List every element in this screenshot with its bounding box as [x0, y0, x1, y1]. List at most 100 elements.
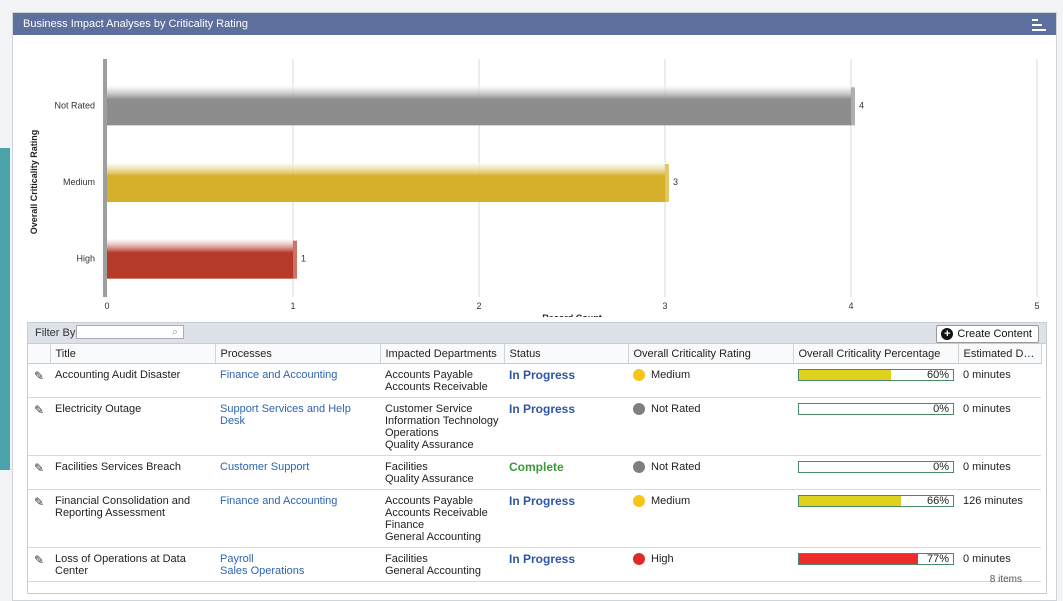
percentage-label: 0%: [933, 461, 949, 473]
processes-cell: Payroll Sales Operations: [215, 547, 380, 582]
records-table: Title Processes Impacted Departments Sta…: [28, 344, 1042, 582]
criticality-dot-icon: [633, 369, 645, 381]
table-header-row: Title Processes Impacted Departments Sta…: [28, 344, 1042, 364]
department-item: General Accounting: [385, 565, 482, 577]
percentage-label: 77%: [926, 553, 949, 565]
estimated-cell: 0 minutes: [958, 397, 1041, 456]
col-estimated[interactable]: Estimated Do...: [958, 344, 1042, 364]
title-cell: Accounting Audit Disaster: [50, 363, 215, 398]
department-item: Accounts Receivable: [385, 381, 488, 393]
percentage-cell: 66%: [793, 489, 958, 548]
x-tick-label: 3: [662, 301, 667, 311]
percentage-bar: 0%: [798, 461, 954, 473]
department-item: Quality Assurance: [385, 439, 474, 451]
x-tick-label: 1: [290, 301, 295, 311]
estimated-cell: 126 minutes: [958, 489, 1041, 548]
side-accent: [0, 148, 10, 470]
panel-title: Business Impact Analyses by Criticality …: [23, 18, 248, 30]
bar: [107, 162, 665, 202]
records-grid: Filter By ⌕ + Create Content Title Proce…: [27, 322, 1047, 594]
department-item: Operations: [385, 427, 439, 439]
table-row[interactable]: ✎ Facilities Services Breach Customer Su…: [28, 455, 1041, 490]
criticality-dot-icon: [633, 461, 645, 473]
estimated-cell: 0 minutes: [958, 455, 1041, 490]
data-label: 4: [859, 100, 864, 110]
col-percentage[interactable]: Overall Criticality Percentage: [793, 344, 959, 364]
bar: [107, 85, 851, 126]
process-link[interactable]: Finance and Accounting: [220, 369, 375, 381]
bar-side: [293, 240, 297, 279]
table-row[interactable]: ✎ Financial Consolidation and Reporting …: [28, 489, 1041, 548]
edit-pencil-icon[interactable]: ✎: [34, 461, 44, 475]
process-link[interactable]: Customer Support: [220, 461, 375, 473]
criticality-text: Not Rated: [651, 461, 701, 473]
table-row[interactable]: ✎ Loss of Operations at Data Center Payr…: [28, 547, 1041, 582]
edit-pencil-icon[interactable]: ✎: [34, 553, 44, 567]
status-cell: In Progress: [504, 489, 628, 548]
chart-panel: Business Impact Analyses by Criticality …: [12, 12, 1057, 601]
percentage-cell: 60%: [793, 363, 958, 398]
chart-svg: 0 1 2 3 4 5 Not Rated 4 Medium 3 High 1 Record Count…: [29, 59, 1040, 317]
y-axis-line: [103, 59, 107, 297]
title-cell: Financial Consolidation and Reporting As…: [50, 489, 215, 548]
department-item: Customer Service: [385, 403, 473, 415]
panel-menu-icon[interactable]: [1032, 16, 1046, 32]
percentage-label: 60%: [926, 369, 949, 381]
status-text: In Progress: [509, 402, 576, 416]
criticality-text: Medium: [651, 495, 691, 507]
process-link[interactable]: Sales Operations: [220, 565, 375, 577]
status-cell: Complete: [504, 455, 628, 490]
filter-label: Filter By: [35, 327, 76, 339]
criticality-dot-icon: [633, 553, 645, 565]
x-tick-label: 4: [848, 301, 853, 311]
status-text: Complete: [509, 460, 564, 474]
department-item: Accounts Payable: [385, 369, 474, 381]
edit-pencil-icon[interactable]: ✎: [34, 495, 44, 509]
x-tick-label: 5: [1034, 301, 1039, 311]
percentage-cell: 0%: [793, 397, 958, 456]
table-row[interactable]: ✎ Electricity Outage Support Services an…: [28, 397, 1041, 456]
percentage-label: 0%: [933, 403, 949, 415]
col-criticality[interactable]: Overall Criticality Rating: [628, 344, 794, 364]
edit-pencil-icon[interactable]: ✎: [34, 369, 44, 383]
panel-header: Business Impact Analyses by Criticality …: [13, 13, 1056, 35]
percentage-bar: 77%: [798, 553, 954, 565]
data-label: 1: [301, 254, 306, 264]
col-status[interactable]: Status: [504, 344, 629, 364]
col-title[interactable]: Title: [50, 344, 216, 364]
bar-side: [665, 164, 669, 202]
bar-side: [851, 87, 855, 126]
process-link[interactable]: Payroll: [220, 553, 375, 565]
department-item: Finance: [385, 519, 425, 531]
departments-cell: Customer Service Information Technology Op…: [380, 397, 504, 456]
col-processes[interactable]: Processes: [215, 344, 381, 364]
create-content-button[interactable]: + Create Content: [936, 325, 1039, 343]
col-edit: [28, 344, 51, 364]
edit-pencil-icon[interactable]: ✎: [34, 403, 44, 417]
status-cell: In Progress: [504, 397, 628, 456]
status-text: In Progress: [509, 552, 576, 566]
percentage-bar: 0%: [798, 403, 954, 415]
criticality-cell: High: [628, 547, 793, 582]
x-tick-label: 0: [104, 301, 109, 311]
department-item: Accounts Payable: [385, 495, 474, 507]
percentage-bar-fill: [799, 496, 901, 506]
percentage-label: 66%: [926, 495, 949, 507]
criticality-text: High: [651, 553, 674, 565]
processes-cell: Finance and Accounting: [215, 363, 380, 398]
department-item: Information Technology: [385, 415, 499, 427]
y-tick-label: Not Rated: [54, 100, 95, 110]
percentage-bar-fill: [799, 370, 892, 380]
filter-input[interactable]: [76, 325, 184, 339]
criticality-cell: Medium: [628, 363, 793, 398]
table-row[interactable]: ✎ Accounting Audit Disaster Finance and …: [28, 363, 1041, 398]
criticality-cell: Not Rated: [628, 397, 793, 456]
departments-cell: Accounts Payable Accounts Receivable Finan…: [380, 489, 504, 548]
status-cell: In Progress: [504, 363, 628, 398]
col-departments[interactable]: Impacted Departments: [380, 344, 505, 364]
department-item: Facilities: [385, 461, 428, 473]
departments-cell: Facilities General Accounting: [380, 547, 504, 582]
process-link[interactable]: Support Services and Help Desk: [220, 403, 375, 427]
department-item: Quality Assurance: [385, 473, 474, 485]
process-link[interactable]: Finance and Accounting: [220, 495, 375, 507]
